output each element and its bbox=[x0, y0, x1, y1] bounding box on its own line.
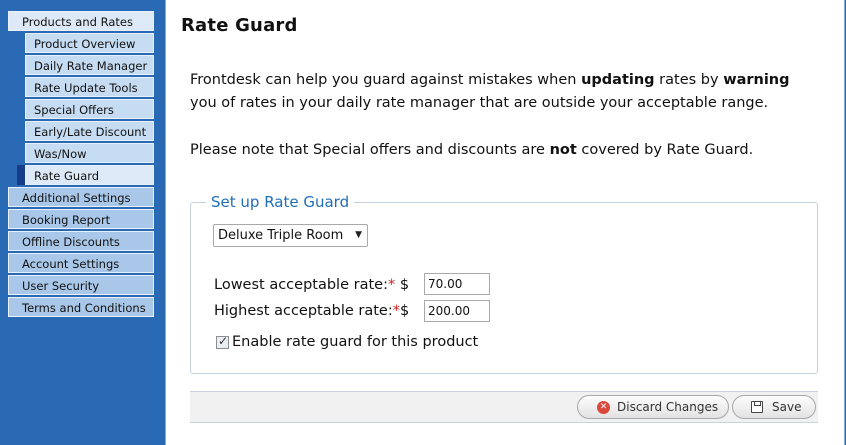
active-item-marker bbox=[17, 165, 25, 185]
sidebar-item-offline-discounts[interactable]: Offline Discounts bbox=[8, 231, 154, 251]
intro-paragraph: Frontdesk can help you guard against mis… bbox=[190, 72, 790, 111]
highest-rate-input[interactable]: 200.00 bbox=[424, 300, 490, 322]
sidebar: Products and Rates Product Overview Dail… bbox=[0, 0, 160, 445]
sidebar-item-special-offers[interactable]: Special Offers bbox=[25, 99, 154, 119]
page-title: Rate Guard bbox=[181, 15, 298, 36]
sidebar-item-rate-guard[interactable]: Rate Guard bbox=[25, 165, 154, 185]
sidebar-item-account-settings[interactable]: Account Settings bbox=[8, 253, 154, 273]
main-panel: Rate Guard Frontdesk can help you guard … bbox=[165, 0, 845, 445]
floppy-disk-icon bbox=[751, 401, 763, 413]
sidebar-item-additional-settings[interactable]: Additional Settings bbox=[8, 187, 154, 207]
sidebar-item-early-late-discount[interactable]: Early/Late Discount bbox=[25, 121, 154, 141]
enable-rate-guard-checkbox[interactable]: ✓ bbox=[216, 334, 229, 349]
room-type-select[interactable]: Deluxe Triple Room ▼ bbox=[213, 224, 368, 247]
sidebar-item-user-security[interactable]: User Security bbox=[8, 275, 154, 295]
discard-icon: ✕ bbox=[597, 401, 610, 414]
discard-changes-button[interactable]: ✕ Discard Changes bbox=[577, 395, 729, 419]
setup-legend: Set up Rate Guard bbox=[206, 192, 355, 212]
required-marker: * bbox=[387, 277, 396, 293]
sidebar-item-terms-and-conditions[interactable]: Terms and Conditions bbox=[8, 297, 154, 317]
sidebar-item-was-now[interactable]: Was/Now bbox=[25, 143, 154, 163]
save-label: Save bbox=[772, 400, 802, 414]
sidebar-item-products-and-rates[interactable]: Products and Rates bbox=[8, 11, 154, 31]
sidebar-item-daily-rate-manager[interactable]: Daily Rate Manager bbox=[25, 55, 154, 75]
lowest-rate-label: Lowest acceptable rate:* $ bbox=[214, 277, 410, 293]
discard-changes-label: Discard Changes bbox=[617, 400, 719, 414]
enable-rate-guard-label[interactable]: Enable rate guard for this product bbox=[232, 332, 478, 352]
required-marker: * bbox=[392, 303, 400, 319]
highest-rate-label: Highest acceptable rate:*$ bbox=[214, 303, 410, 319]
note-paragraph: Please note that Special offers and disc… bbox=[190, 142, 754, 158]
currency-symbol: $ bbox=[399, 277, 410, 293]
room-type-select-value: Deluxe Triple Room bbox=[218, 228, 344, 243]
lowest-rate-input[interactable]: 70.00 bbox=[424, 273, 490, 295]
sidebar-item-product-overview[interactable]: Product Overview bbox=[25, 33, 154, 53]
sidebar-item-booking-report[interactable]: Booking Report bbox=[8, 209, 154, 229]
chevron-down-icon: ▼ bbox=[355, 230, 362, 240]
sidebar-item-rate-update-tools[interactable]: Rate Update Tools bbox=[25, 77, 154, 97]
save-button[interactable]: Save bbox=[732, 395, 816, 419]
checkmark-icon: ✓ bbox=[218, 334, 229, 348]
currency-symbol: $ bbox=[399, 303, 410, 319]
